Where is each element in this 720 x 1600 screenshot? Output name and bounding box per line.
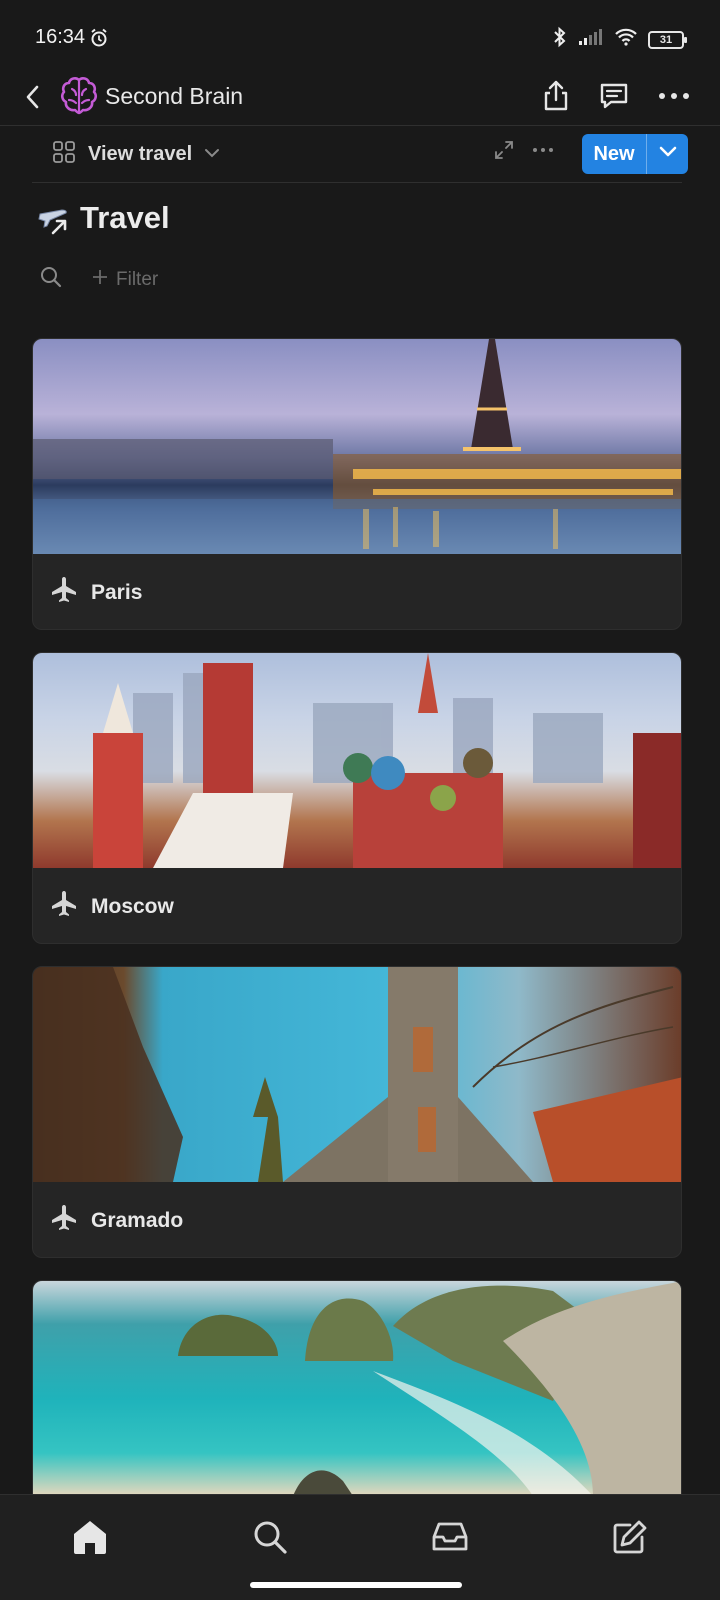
airplane-departure-icon: [38, 200, 74, 236]
card-cover-image: [33, 967, 681, 1182]
status-bar: 16:34 31: [0, 0, 720, 76]
new-dropdown-button[interactable]: [647, 134, 688, 174]
filter-button[interactable]: Filter: [92, 269, 158, 291]
view-more-icon[interactable]: [532, 140, 554, 165]
card-cover-image: [33, 653, 681, 868]
card-title: Moscow: [91, 894, 174, 918]
gallery-icon: [52, 140, 76, 169]
view-bar: View travel New: [32, 130, 688, 182]
gallery-card-moscow[interactable]: Moscow: [32, 652, 682, 944]
app-header: Second Brain: [0, 70, 720, 126]
new-button: New: [582, 134, 688, 174]
new-button-label[interactable]: New: [582, 134, 646, 174]
alarm-icon: [89, 28, 109, 53]
app-title: Second Brain: [105, 83, 244, 109]
card-footer: Gramado: [33, 1182, 681, 1257]
card-title: Gramado: [91, 1208, 184, 1232]
card-cover-image: [33, 1281, 681, 1495]
battery-icon: 31: [648, 30, 687, 49]
bottom-navigation: [0, 1494, 720, 1600]
gallery-card-gramado[interactable]: Gramado: [32, 966, 682, 1258]
header-divider: [0, 125, 720, 126]
brain-icon: [60, 76, 98, 121]
plus-icon: [92, 269, 108, 291]
expand-icon[interactable]: [494, 140, 514, 165]
status-icons: 31: [552, 26, 687, 53]
gallery-card-paris[interactable]: Paris: [32, 338, 682, 630]
more-icon[interactable]: [654, 76, 694, 116]
page-title: Travel: [80, 200, 170, 235]
compose-icon[interactable]: [606, 1513, 654, 1561]
airplane-icon: [49, 1203, 79, 1238]
comment-icon[interactable]: [594, 76, 634, 116]
home-indicator: [250, 1582, 462, 1588]
chevron-down-icon: [659, 145, 677, 163]
signal-icon: [578, 28, 604, 51]
bluetooth-icon: [552, 26, 568, 53]
airplane-icon: [49, 575, 79, 610]
page-heading: Travel: [38, 200, 170, 236]
inbox-icon[interactable]: [426, 1513, 474, 1561]
home-icon[interactable]: [66, 1513, 114, 1561]
screen: 16:34 31 Second Brain View travel New Tr…: [0, 0, 720, 1600]
status-time: 16:34: [35, 26, 86, 48]
card-title: Paris: [91, 580, 143, 604]
wifi-icon: [614, 28, 638, 51]
back-icon[interactable]: [16, 80, 50, 114]
chevron-down-icon: [204, 145, 220, 163]
card-footer: Paris: [33, 554, 681, 629]
search-icon[interactable]: [246, 1513, 294, 1561]
airplane-icon: [49, 889, 79, 924]
gallery-card-partial[interactable]: [32, 1280, 682, 1495]
gallery: Paris Moscow Gramado: [32, 338, 682, 1517]
view-switcher[interactable]: View travel: [52, 138, 220, 170]
card-footer: Moscow: [33, 868, 681, 943]
card-cover-image: [33, 339, 681, 554]
view-divider: [32, 182, 682, 183]
view-label: View travel: [88, 142, 193, 165]
search-filter-row: Filter: [40, 266, 158, 293]
filter-label: Filter: [116, 268, 159, 290]
search-icon[interactable]: [40, 266, 62, 293]
share-icon[interactable]: [536, 76, 576, 116]
